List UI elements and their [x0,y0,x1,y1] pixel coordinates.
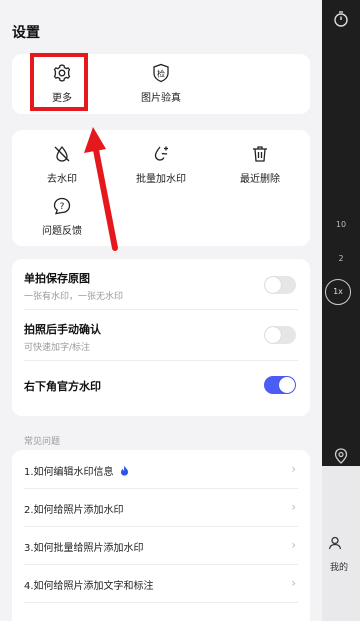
settings-panel: 设置 更多 检 图片验真 去水印 批量加水印 最近删除 ? 问题反馈 单拍保存原… [0,0,322,621]
profile-icon[interactable] [328,536,342,550]
zoom-level-2[interactable]: 2 [322,254,360,263]
bottom-nav-area: 我的 [322,466,360,621]
profile-label[interactable]: 我的 [330,560,348,573]
location-icon[interactable] [334,448,348,464]
annotation-arrow [84,127,118,251]
zoom-level-10[interactable]: 10 [322,220,360,229]
timer-icon[interactable] [332,10,350,28]
zoom-1x-button[interactable]: 1x [325,279,351,305]
